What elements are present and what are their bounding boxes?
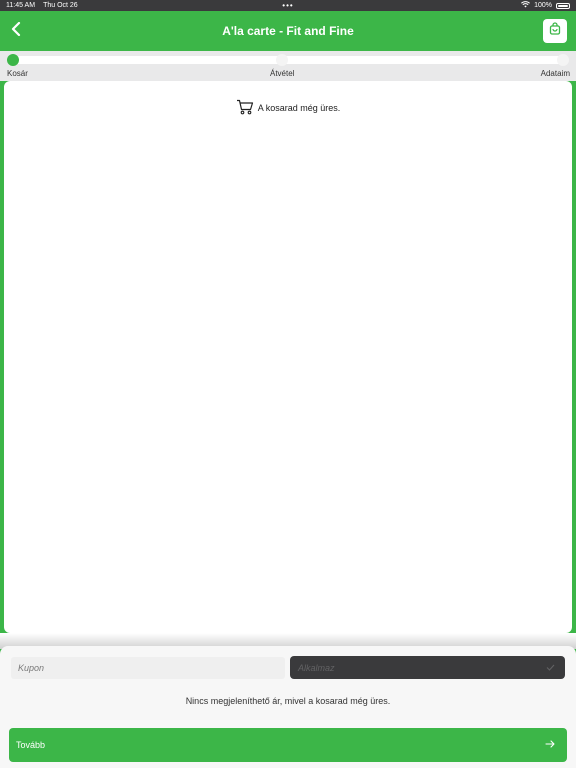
- chevron-left-icon: [10, 21, 22, 41]
- bottom-panel: Alkalmaz Nincs megjeleníthető ár, mivel …: [0, 646, 576, 768]
- coupon-input[interactable]: [11, 657, 285, 679]
- apply-coupon-button[interactable]: Alkalmaz: [290, 656, 565, 679]
- empty-cart-message: A kosarad még üres.: [4, 99, 572, 117]
- step-label-cart: Kosár: [7, 69, 28, 78]
- back-button[interactable]: [6, 21, 26, 41]
- step-dot-cart: [7, 54, 19, 66]
- page-title: A'la carte - Fit and Fine: [222, 24, 354, 38]
- apply-button-label: Alkalmaz: [298, 662, 335, 673]
- cart-button[interactable]: [543, 19, 567, 43]
- status-bar: 11:45 AM Thu Oct 26 ••• 100%: [0, 0, 576, 11]
- step-label-pickup: Átvétel: [270, 69, 295, 78]
- price-info-text: Nincs megjeleníthető ár, mivel a kosarad…: [185, 696, 391, 706]
- header-bar: A'la carte - Fit and Fine: [0, 11, 576, 51]
- cart-content: A kosarad még üres.: [4, 81, 572, 633]
- step-label-details: Adataim: [540, 69, 570, 78]
- status-date: Thu Oct 26: [43, 2, 78, 9]
- progress-track: [8, 56, 568, 64]
- battery-percent: 100%: [534, 2, 552, 9]
- cart-icon: [236, 99, 254, 117]
- checkmark-icon: [546, 663, 555, 673]
- multitasking-dots: •••: [282, 1, 294, 10]
- wifi-icon: [521, 1, 531, 10]
- next-button-label: Tovább: [16, 740, 46, 750]
- shopping-bag-icon: [549, 22, 561, 40]
- battery-icon: [556, 2, 570, 9]
- step-dot-details: [557, 54, 569, 66]
- arrow-right-icon: [545, 740, 555, 750]
- checkout-progress: Kosár Átvétel Adataim: [0, 51, 576, 81]
- status-time: 11:45 AM: [6, 2, 36, 9]
- empty-cart-text: A kosarad még üres.: [257, 103, 341, 113]
- step-dot-pickup: [276, 54, 288, 66]
- next-button[interactable]: Tovább: [9, 728, 567, 762]
